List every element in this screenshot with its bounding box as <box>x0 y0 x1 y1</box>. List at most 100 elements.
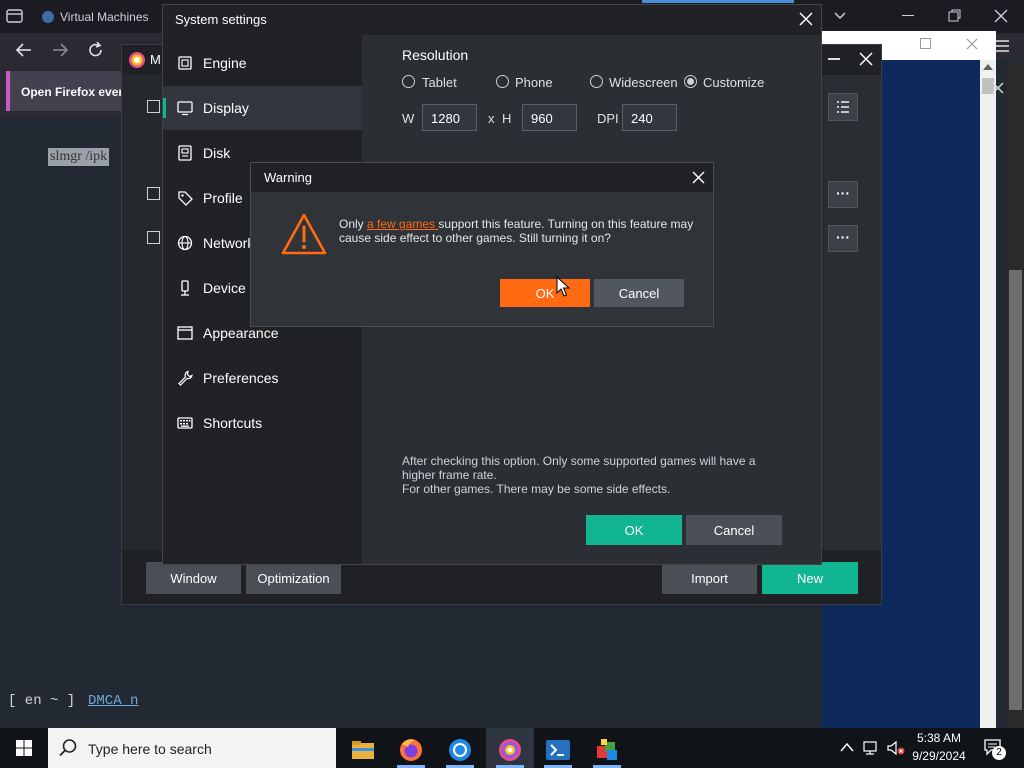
page-scrollbar[interactable] <box>980 60 996 728</box>
radio-customize-label[interactable]: Customize <box>703 75 764 90</box>
back-icon[interactable] <box>14 40 34 60</box>
chrome-icon[interactable] <box>438 734 482 766</box>
sidebar-item-label: Preferences <box>203 370 279 386</box>
instance-more-button-1[interactable]: ··· <box>828 181 858 208</box>
window-button[interactable]: Window <box>146 562 241 594</box>
show-hidden-icons-icon[interactable] <box>840 741 854 753</box>
list-view-button[interactable] <box>828 93 858 121</box>
search-icon <box>58 738 78 758</box>
resolution-title: Resolution <box>402 47 469 63</box>
active-tab-indicator <box>642 0 794 3</box>
wrench-icon <box>178 370 193 386</box>
instance-more-button-2[interactable]: ··· <box>828 225 858 252</box>
app-menu-icon[interactable] <box>994 38 1010 54</box>
sidebar-item-label: Display <box>203 100 249 116</box>
phone-icon <box>181 280 189 296</box>
instance-checkbox-3[interactable] <box>147 231 160 244</box>
language-selector[interactable]: [ en ~ ] <box>8 693 75 709</box>
active-item-indicator <box>163 98 166 118</box>
optimization-button[interactable]: Optimization <box>246 562 341 594</box>
description-line-1: After checking this option. Only some su… <box>402 454 756 482</box>
warning-title: Warning <box>264 170 312 185</box>
dmca-link[interactable]: DMCA n <box>88 693 138 709</box>
memu-title: M <box>150 52 161 67</box>
monitor-icon <box>177 101 193 116</box>
globe-icon <box>177 235 193 251</box>
memu-multi-icon[interactable] <box>585 734 629 766</box>
sidebar-item-label: Shortcuts <box>203 415 263 431</box>
warning-titlebar <box>251 163 713 192</box>
sidebar-item-label: Engine <box>203 55 247 71</box>
radio-tablet[interactable] <box>402 75 415 88</box>
forward-icon[interactable] <box>50 40 70 60</box>
settings-close-icon[interactable] <box>798 11 814 27</box>
sidebar-item-display[interactable]: Display <box>163 86 362 130</box>
radio-widescreen-label[interactable]: Widescreen <box>609 75 678 90</box>
reload-icon[interactable] <box>86 40 106 60</box>
description-line-2: For other games. There may be some side … <box>402 482 671 496</box>
instance-checkbox-1[interactable] <box>147 100 160 113</box>
browser-minimize-icon[interactable] <box>902 15 914 16</box>
new-button[interactable]: New <box>762 562 858 594</box>
dpi-input[interactable]: 240 <box>622 104 677 131</box>
memu-logo-icon <box>128 51 146 69</box>
warning-cancel-button[interactable]: Cancel <box>594 279 684 307</box>
window-icon <box>177 326 193 340</box>
warning-triangle-icon <box>281 212 327 256</box>
browser-close-icon[interactable] <box>994 9 1008 23</box>
side-scroll-thumb[interactable] <box>1009 270 1022 710</box>
dpi-label: DPI <box>597 111 619 126</box>
warning-ok-button[interactable]: OK <box>500 279 590 307</box>
memu-minimize-icon[interactable] <box>828 58 840 60</box>
height-input[interactable]: 960 <box>522 104 577 131</box>
settings-cancel-button[interactable]: Cancel <box>686 515 782 545</box>
file-explorer-icon[interactable] <box>341 734 385 766</box>
start-button[interactable] <box>0 728 48 768</box>
width-input[interactable]: 1280 <box>422 104 477 131</box>
memu-instance-column <box>122 75 162 550</box>
clock-time[interactable]: 5:38 AM <box>913 731 965 745</box>
memu-close-icon[interactable] <box>858 51 874 67</box>
tab-favicon-icon <box>42 11 54 23</box>
radio-widescreen[interactable] <box>590 75 603 88</box>
powershell-icon[interactable] <box>536 734 580 766</box>
tab-title: Virtual Machines <box>60 10 149 24</box>
instance-checkbox-2[interactable] <box>147 187 160 200</box>
clock-date[interactable]: 9/29/2024 <box>911 749 967 763</box>
tab-overflow-icon[interactable] <box>832 7 848 23</box>
network-icon[interactable] <box>862 740 880 756</box>
radio-customize[interactable] <box>684 75 697 88</box>
width-label: W <box>402 111 415 126</box>
settings-title: System settings <box>175 12 267 27</box>
sidebar-item-preferences[interactable]: Preferences <box>163 356 362 400</box>
sidebar-item-label: Disk <box>203 145 231 161</box>
disk-icon <box>178 145 192 161</box>
import-button[interactable]: Import <box>662 562 757 594</box>
background-close-icon[interactable] <box>966 38 978 50</box>
radio-phone[interactable] <box>496 75 509 88</box>
sidebar-item-shortcuts[interactable]: Shortcuts <box>163 401 362 445</box>
sidebar-item-label: Appearance <box>203 325 279 341</box>
side-panel-close-icon[interactable] <box>992 82 1004 94</box>
windows-logo-icon <box>16 740 32 756</box>
x-separator: x <box>488 111 495 126</box>
warning-close-icon[interactable] <box>691 170 706 185</box>
memu-icon[interactable] <box>488 734 532 766</box>
browser-restore-icon[interactable] <box>948 9 962 23</box>
engine-icon <box>178 56 192 70</box>
search-placeholder: Type here to search <box>88 741 212 757</box>
warning-message: Only a few games support this feature. T… <box>339 217 699 245</box>
background-maximize-icon[interactable] <box>920 38 931 49</box>
scroll-up-icon[interactable] <box>982 62 994 72</box>
radio-tablet-label[interactable]: Tablet <box>422 75 457 90</box>
tab-list-icon[interactable] <box>6 8 24 24</box>
volume-muted-icon[interactable] <box>886 740 906 756</box>
sidebar-item-engine[interactable]: Engine <box>163 41 362 85</box>
browser-tab[interactable]: Virtual Machines <box>36 4 160 30</box>
few-games-link[interactable]: a few games <box>367 217 438 231</box>
radio-phone-label[interactable]: Phone <box>515 75 553 90</box>
firefox-banner-text[interactable]: Open Firefox ever <box>6 71 124 111</box>
sidebar-item-label: Profile <box>203 190 243 206</box>
settings-ok-button[interactable]: OK <box>586 515 682 545</box>
firefox-icon[interactable] <box>389 734 433 766</box>
